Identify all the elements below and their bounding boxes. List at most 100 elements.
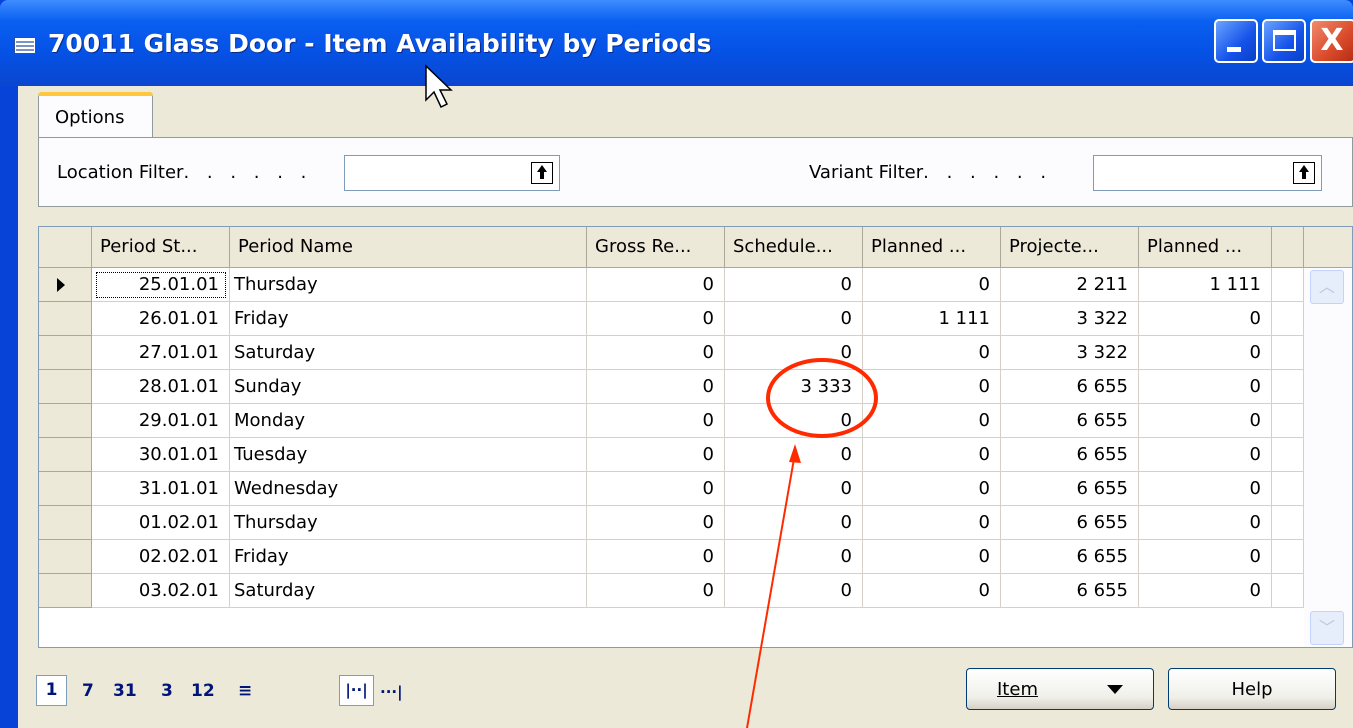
cell-scheduled-receipt[interactable]: 0 [725, 302, 863, 336]
cell-projected-balance[interactable]: 6 655 [1001, 472, 1139, 506]
cell-period-start[interactable]: 02.02.01 [92, 540, 230, 574]
cell-projected-balance[interactable]: 6 655 [1001, 540, 1139, 574]
vertical-scrollbar[interactable]: ︿ ﹀ [1304, 268, 1352, 647]
cell-period-name[interactable]: Tuesday [230, 438, 587, 472]
cell-projected-balance[interactable]: 6 655 [1001, 506, 1139, 540]
cell-scheduled-receipt[interactable]: 0 [725, 404, 863, 438]
cell-scheduled-receipt[interactable]: 0 [725, 336, 863, 370]
header-period-start[interactable]: Period St... [92, 227, 230, 267]
cell-gross-requirement[interactable]: 0 [587, 302, 725, 336]
period-day-button[interactable]: 1 [36, 675, 67, 706]
row-selector[interactable] [39, 268, 92, 302]
cell-planned-receipt[interactable]: 0 [863, 370, 1001, 404]
variant-filter-input[interactable] [1093, 155, 1322, 191]
cell-scheduled-receipt[interactable]: 0 [725, 268, 863, 302]
cell-period-name[interactable]: Thursday [230, 268, 587, 302]
row-selector[interactable] [39, 506, 92, 540]
cell-period-name[interactable]: Wednesday [230, 472, 587, 506]
row-selector[interactable] [39, 336, 92, 370]
cell-planned-release[interactable]: 0 [1139, 540, 1272, 574]
header-projected-balance[interactable]: Projecte... [1001, 227, 1139, 267]
cell-period-name[interactable]: Thursday [230, 506, 587, 540]
cell-period-start[interactable]: 01.02.01 [92, 506, 230, 540]
cell-planned-release[interactable]: 0 [1139, 472, 1272, 506]
period-month-button[interactable]: 31 [113, 681, 137, 701]
period-quarter-button[interactable]: 3 [161, 681, 173, 701]
cell-gross-requirement[interactable]: 0 [587, 404, 725, 438]
cell-gross-requirement[interactable]: 0 [587, 336, 725, 370]
help-button[interactable]: Help [1168, 668, 1336, 710]
period-accounting-button[interactable]: ≡ [238, 681, 252, 701]
cell-projected-balance[interactable]: 6 655 [1001, 404, 1139, 438]
table-row[interactable]: 01.02.01 Thursday 0 0 0 6 655 0 [39, 506, 1304, 540]
cell-scheduled-receipt[interactable]: 0 [725, 506, 863, 540]
cell-period-start[interactable]: 31.01.01 [92, 472, 230, 506]
scroll-down-icon[interactable]: ﹀ [1310, 611, 1344, 645]
cell-gross-requirement[interactable]: 0 [587, 370, 725, 404]
cell-period-start[interactable]: 28.01.01 [92, 370, 230, 404]
header-planned-release[interactable]: Planned ... [1139, 227, 1272, 267]
row-selector[interactable] [39, 540, 92, 574]
table-row[interactable]: 28.01.01 Sunday 0 3 333 0 6 655 0 [39, 370, 1304, 404]
cell-projected-balance[interactable]: 3 322 [1001, 302, 1139, 336]
cell-period-name[interactable]: Friday [230, 540, 587, 574]
cell-planned-release[interactable]: 0 [1139, 336, 1272, 370]
cell-projected-balance[interactable]: 6 655 [1001, 438, 1139, 472]
row-selector[interactable] [39, 302, 92, 336]
period-year-button[interactable]: 12 [191, 681, 215, 701]
cell-period-start[interactable]: 30.01.01 [92, 438, 230, 472]
cell-scheduled-receipt[interactable]: 0 [725, 438, 863, 472]
cell-projected-balance[interactable]: 3 322 [1001, 336, 1139, 370]
cell-period-name[interactable]: Saturday [230, 336, 587, 370]
table-row[interactable]: 25.01.01 Thursday 0 0 0 2 211 1 111 [39, 268, 1304, 302]
item-menu-button[interactable]: Item [966, 668, 1154, 710]
cell-gross-requirement[interactable]: 0 [587, 472, 725, 506]
cell-planned-receipt[interactable]: 0 [863, 574, 1001, 608]
table-row[interactable]: 27.01.01 Saturday 0 0 0 3 322 0 [39, 336, 1304, 370]
balance-at-date-button[interactable]: ···| [380, 683, 403, 701]
cell-period-start[interactable]: 03.02.01 [92, 574, 230, 608]
cell-projected-balance[interactable]: 6 655 [1001, 370, 1139, 404]
header-gross-requirement[interactable]: Gross Re... [587, 227, 725, 267]
maximize-button[interactable] [1262, 19, 1306, 63]
cell-planned-receipt[interactable]: 0 [863, 506, 1001, 540]
cell-gross-requirement[interactable]: 0 [587, 540, 725, 574]
tab-options[interactable]: Options [38, 92, 153, 138]
close-button[interactable]: X [1310, 19, 1353, 63]
cell-scheduled-receipt[interactable]: 3 333 [725, 370, 863, 404]
cell-projected-balance[interactable]: 6 655 [1001, 574, 1139, 608]
cell-planned-receipt[interactable]: 0 [863, 268, 1001, 302]
row-selector[interactable] [39, 472, 92, 506]
cell-gross-requirement[interactable]: 0 [587, 506, 725, 540]
cell-gross-requirement[interactable]: 0 [587, 438, 725, 472]
header-planned-receipt[interactable]: Planned ... [863, 227, 1001, 267]
table-row[interactable]: 26.01.01 Friday 0 0 1 111 3 322 0 [39, 302, 1304, 336]
cell-period-name[interactable]: Saturday [230, 574, 587, 608]
cell-projected-balance[interactable]: 2 211 [1001, 268, 1139, 302]
row-selector[interactable] [39, 404, 92, 438]
cell-period-name[interactable]: Friday [230, 302, 587, 336]
cell-gross-requirement[interactable]: 0 [587, 574, 725, 608]
variant-lookup-button[interactable] [1293, 162, 1315, 184]
cell-planned-release[interactable]: 0 [1139, 574, 1272, 608]
cell-period-start[interactable]: 27.01.01 [92, 336, 230, 370]
row-selector[interactable] [39, 438, 92, 472]
cell-planned-release[interactable]: 0 [1139, 438, 1272, 472]
table-row[interactable]: 29.01.01 Monday 0 0 0 6 655 0 [39, 404, 1304, 438]
cell-planned-release[interactable]: 0 [1139, 506, 1272, 540]
cell-planned-release[interactable]: 0 [1139, 370, 1272, 404]
cell-planned-receipt[interactable]: 0 [863, 404, 1001, 438]
header-period-name[interactable]: Period Name [230, 227, 587, 267]
row-selector[interactable] [39, 574, 92, 608]
availability-table[interactable]: Period St... Period Name Gross Re... Sch… [38, 226, 1353, 648]
cell-planned-receipt[interactable]: 0 [863, 540, 1001, 574]
minimize-button[interactable] [1214, 19, 1258, 63]
cell-planned-receipt[interactable]: 1 111 [863, 302, 1001, 336]
period-week-button[interactable]: 7 [82, 681, 94, 701]
cell-scheduled-receipt[interactable]: 0 [725, 540, 863, 574]
cell-period-name[interactable]: Monday [230, 404, 587, 438]
cell-period-start[interactable]: 29.01.01 [92, 404, 230, 438]
cell-planned-release[interactable]: 1 111 [1139, 268, 1272, 302]
title-bar[interactable]: 70011 Glass Door - Item Availability by … [0, 0, 1353, 86]
cell-planned-receipt[interactable]: 0 [863, 472, 1001, 506]
